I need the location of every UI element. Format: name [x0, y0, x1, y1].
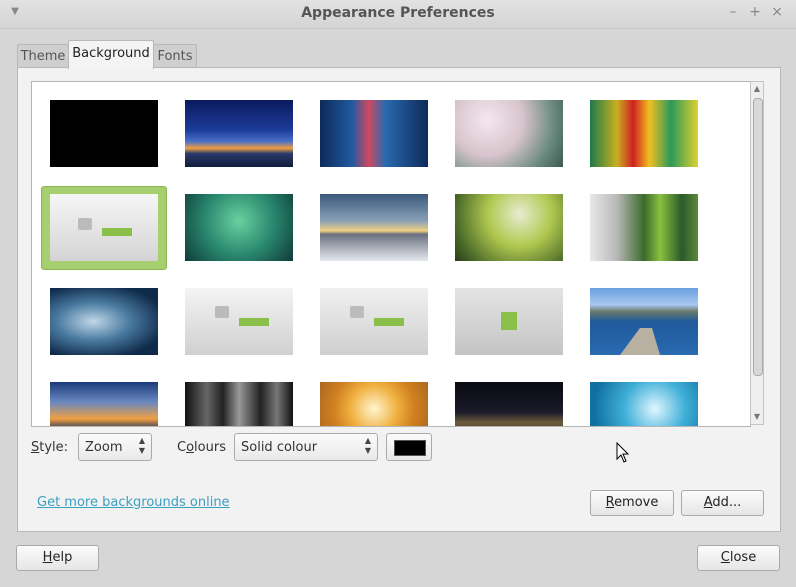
- mint-logo-icon: [350, 306, 404, 326]
- close-button[interactable]: Close: [697, 545, 780, 571]
- pier-icon: [620, 328, 660, 355]
- colour-picker-button[interactable]: [386, 433, 432, 461]
- maximize-icon[interactable]: +: [748, 5, 762, 19]
- background-thumbnail[interactable]: [320, 288, 428, 355]
- background-thumbnail[interactable]: [185, 382, 293, 426]
- get-more-backgrounds-link[interactable]: Get more backgrounds online: [37, 495, 230, 510]
- mint-logo-icon: [501, 312, 517, 330]
- background-thumbnail[interactable]: [185, 100, 293, 167]
- remove-button[interactable]: Remove: [590, 490, 674, 516]
- title-bar: ▼ Appearance Preferences – + ×: [0, 0, 796, 29]
- tab-theme[interactable]: Theme: [17, 44, 69, 68]
- colour-swatch: [394, 440, 426, 456]
- background-thumbnail[interactable]: [590, 288, 698, 355]
- mint-logo-icon: [215, 306, 269, 326]
- tab-fonts[interactable]: Fonts: [153, 44, 197, 68]
- background-thumbnail[interactable]: [320, 100, 428, 167]
- background-thumbnail[interactable]: [50, 194, 158, 261]
- scroll-down-icon[interactable]: ▼: [751, 411, 763, 423]
- background-thumbnail[interactable]: [455, 382, 563, 426]
- mouse-pointer-icon: [616, 442, 630, 463]
- background-thumbnail[interactable]: [590, 100, 698, 167]
- add-button[interactable]: Add...: [681, 490, 764, 516]
- colours-combo[interactable]: Solid colour ▲ ▼: [234, 433, 378, 461]
- colours-value: Solid colour: [241, 440, 318, 455]
- background-thumbnail[interactable]: [590, 194, 698, 261]
- background-thumbnail[interactable]: [320, 382, 428, 426]
- background-thumbnail[interactable]: [185, 194, 293, 261]
- background-thumbnail[interactable]: [50, 382, 158, 426]
- minimize-icon[interactable]: –: [726, 5, 740, 19]
- background-thumbnail[interactable]: [50, 288, 158, 355]
- close-icon[interactable]: ×: [770, 5, 784, 19]
- style-label: Style:: [31, 440, 69, 455]
- spin-icon: ▲ ▼: [138, 436, 145, 455]
- scroll-up-icon[interactable]: ▲: [751, 83, 763, 95]
- background-thumbnail[interactable]: [50, 100, 158, 167]
- background-thumbnail[interactable]: [320, 194, 428, 261]
- background-gallery[interactable]: [31, 81, 751, 427]
- window-title: Appearance Preferences: [301, 5, 495, 21]
- background-thumbnail[interactable]: [455, 100, 563, 167]
- gallery-scrollbar[interactable]: ▲ ▼: [750, 81, 764, 425]
- scrollbar-thumb[interactable]: [753, 98, 763, 376]
- style-value: Zoom: [85, 440, 123, 455]
- background-thumbnail[interactable]: [590, 382, 698, 426]
- background-thumbnail[interactable]: [455, 288, 563, 355]
- background-thumbnail[interactable]: [185, 288, 293, 355]
- spin-icon: ▲ ▼: [364, 436, 371, 455]
- colours-label: Colours: [177, 440, 226, 455]
- background-thumbnail[interactable]: [455, 194, 563, 261]
- tab-background[interactable]: Background: [68, 40, 154, 69]
- mint-logo-icon: [78, 218, 132, 236]
- style-combo[interactable]: Zoom ▲ ▼: [78, 433, 152, 461]
- help-button[interactable]: Help: [16, 545, 99, 571]
